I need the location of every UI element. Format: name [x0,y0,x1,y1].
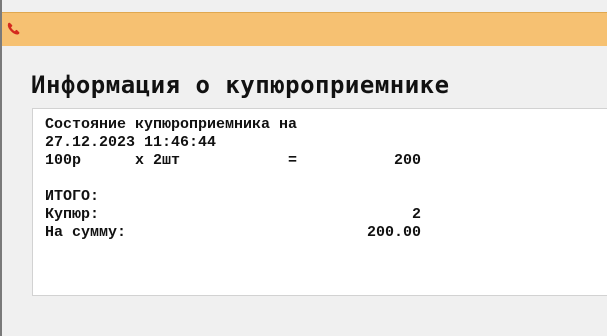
sum-value: 200.00 [366,224,421,241]
bills-value: 2 [411,206,421,223]
bills-label: Купюр: [45,206,100,223]
receipt-panel: Состояние купюроприемника на 27.12.2023 … [32,108,607,296]
sum-label: На сумму: [45,224,127,241]
item-amount: 200 [393,152,421,169]
status-line: Состояние купюроприемника на [45,116,298,133]
status-datetime: 27.12.2023 11:46:44 [45,134,217,151]
page-title: Информация о купюроприемнике [31,71,450,99]
title-bar [2,12,607,46]
total-label: ИТОГО: [45,188,100,205]
phone-icon [7,22,20,35]
item-denomination: 100р [45,152,82,169]
item-quantity: x 2шт [135,152,181,169]
app-window: Информация о купюроприемнике Состояние к… [0,0,607,336]
item-equals: = [288,152,298,169]
main-panel: Информация о купюроприемнике Состояние к… [15,58,607,336]
